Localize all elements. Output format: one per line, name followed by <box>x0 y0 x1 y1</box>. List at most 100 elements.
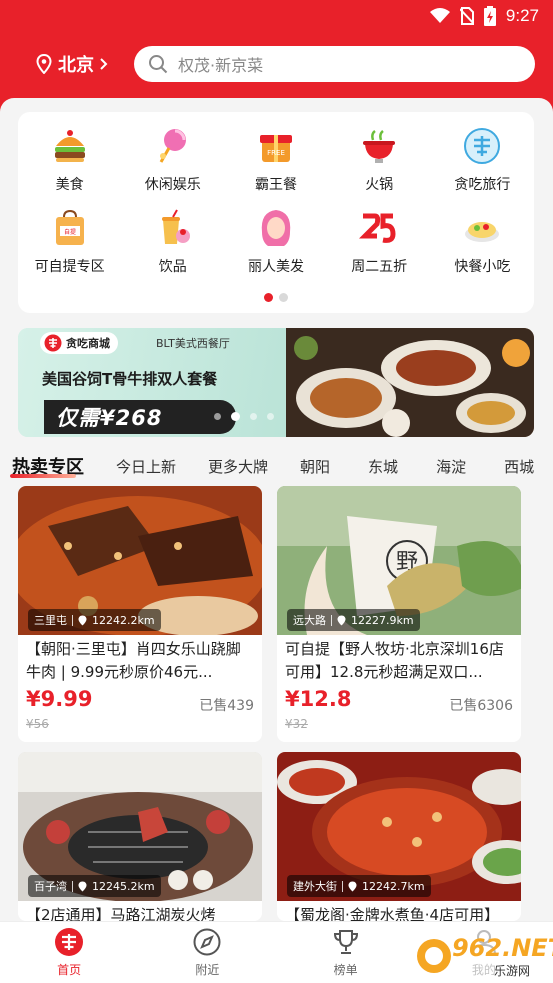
product-distance: 12242.7km <box>362 879 425 893</box>
nav-label: 首页 <box>57 963 82 977</box>
category-fast-food[interactable]: 快餐小吃 <box>431 208 534 276</box>
city-selector[interactable]: 北京 <box>36 51 108 77</box>
category-tabs: 热卖专区 今日上新 更多大牌 朝阳 东城 海淀 西城 <box>0 448 553 484</box>
top-header: 北京 权茂·新京菜 <box>0 40 553 88</box>
product-title: 可自提【野人牧坊·北京深圳16店可用】12.8元秒超满足双口... <box>285 640 504 681</box>
banner-dot-active <box>231 412 240 421</box>
tab-haidian[interactable]: 海淀 <box>436 456 466 477</box>
wifi-icon <box>429 8 450 23</box>
product-distance: 12242.2km <box>92 613 155 627</box>
category-travel[interactable]: 贪吃旅行 <box>431 126 534 194</box>
no-sim-icon <box>459 7 474 25</box>
hotpot-icon <box>363 130 396 163</box>
search-placeholder: 权茂·新京菜 <box>178 56 264 75</box>
product-image: 百子湾 12245.2km <box>18 752 262 902</box>
product-card[interactable]: 百子湾 12245.2km 【2店通用】马路江湖炭火烤 <box>18 752 262 921</box>
product-price-row: ¥12.8 已售6306 <box>277 687 521 715</box>
location-pin-icon <box>78 615 87 625</box>
category-food[interactable]: 美食 <box>18 126 121 194</box>
category-tuesday-discount[interactable]: 周二五折 <box>328 208 431 276</box>
category-label: 周二五折 <box>351 259 408 275</box>
lollipop-icon <box>159 129 186 163</box>
status-bar: 9:27 <box>0 0 553 32</box>
watermark-subtext: 乐游网 <box>494 964 531 978</box>
banner-dot <box>267 413 274 420</box>
product-area: 远大路 <box>293 614 326 627</box>
product-price: ¥12.8 <box>285 687 352 711</box>
category-free-meal[interactable]: FREE 霸王餐 <box>224 126 327 194</box>
divider <box>342 880 343 892</box>
product-card[interactable]: 建外大街 12242.7km 【蜀龙阁·金牌水煮鱼·4店可用】 <box>277 752 521 921</box>
nav-ranking[interactable]: 榜单 <box>277 922 415 983</box>
category-hotpot[interactable]: 火锅 <box>328 126 431 194</box>
product-location-badge: 远大路 12227.9km <box>287 609 420 631</box>
product-distance: 12245.2km <box>92 879 155 893</box>
location-pin-icon <box>36 54 52 74</box>
compass-icon <box>193 928 221 956</box>
tab-xicheng[interactable]: 西城 <box>504 456 534 477</box>
category-pickup[interactable]: 自提 可自提专区 <box>18 208 121 276</box>
tab-chaoyang[interactable]: 朝阳 <box>300 456 330 477</box>
product-card[interactable]: 三里屯 12242.2km 【朝阳·三里屯】肖四女乐山跷脚牛肉 | 9.99元秒… <box>18 486 262 742</box>
product-title: 【2店通用】马路江湖炭火烤 <box>26 906 216 921</box>
svg-text:自提: 自提 <box>64 228 76 236</box>
product-title: 【朝阳·三里屯】肖四女乐山跷脚牛肉 | 9.99元秒原价46元... <box>26 640 241 681</box>
search-input[interactable]: 权茂·新京菜 <box>134 46 535 82</box>
watermark-text: 962.NET <box>452 934 553 962</box>
category-label: 霸王餐 <box>254 177 297 193</box>
category-label: 可自提专区 <box>34 259 105 275</box>
product-area: 建外大街 <box>293 880 337 893</box>
banner-price: 仅需¥268 <box>44 400 236 434</box>
category-label: 休闲娱乐 <box>144 177 201 193</box>
location-pin-icon <box>337 615 346 625</box>
product-image: 三里屯 12242.2km <box>18 486 262 636</box>
tab-dongcheng[interactable]: 东城 <box>368 456 398 477</box>
beauty-icon <box>261 210 291 246</box>
category-label: 火锅 <box>365 177 394 193</box>
divider <box>72 614 73 626</box>
divider <box>72 880 73 892</box>
category-beauty[interactable]: 丽人美发 <box>224 208 327 276</box>
category-label: 贪吃旅行 <box>454 177 511 193</box>
brand-logo-icon <box>44 334 62 352</box>
category-drinks[interactable]: 饮品 <box>121 208 224 276</box>
banner-brand-logo: 贪吃商城 <box>40 332 118 354</box>
product-location-badge: 百子湾 12245.2km <box>28 875 161 897</box>
nav-label: 榜单 <box>333 963 358 977</box>
page-dot <box>279 293 288 302</box>
divider <box>331 614 332 626</box>
tab-more-brands[interactable]: 更多大牌 <box>208 456 268 477</box>
takeaway-bag-icon: 自提 <box>55 209 84 245</box>
product-location-badge: 建外大街 12242.7km <box>287 875 431 897</box>
product-area: 百子湾 <box>34 880 67 893</box>
product-area: 三里屯 <box>34 614 67 627</box>
nav-nearby[interactable]: 附近 <box>138 922 276 983</box>
brand-name: 贪吃商城 <box>66 337 110 350</box>
gift-box-icon: FREE <box>259 135 292 162</box>
battery-icon <box>483 6 496 26</box>
category-label: 丽人美发 <box>247 259 304 275</box>
nav-home[interactable]: 首页 <box>0 922 138 983</box>
burger-icon <box>54 130 85 162</box>
nav-label: 附近 <box>195 963 220 977</box>
promo-banner[interactable]: 贪吃商城 BLT美式西餐厅 美国谷饲T骨牛排双人套餐 仅需¥268 <box>18 328 534 437</box>
category-label: 饮品 <box>158 259 187 275</box>
search-icon <box>149 55 168 74</box>
category-leisure[interactable]: 休闲娱乐 <box>121 126 224 194</box>
banner-title: 美国谷饲T骨牛排双人套餐 <box>42 370 218 388</box>
product-sold-count: 已售6306 <box>449 698 513 714</box>
banner-page-indicator <box>214 412 274 421</box>
food-photo-image <box>286 328 534 437</box>
category-grid: 美食 休闲娱乐 FREE 霸王餐 火锅 贪吃旅行 自提 可自提专区 饮品 丽人美… <box>18 126 534 276</box>
product-card[interactable]: 野 远大路 12227.9km 可自提【野人牧坊·北京深圳16店可用】12.8元… <box>277 486 521 742</box>
location-pin-icon <box>78 881 87 891</box>
svg-text:FREE: FREE <box>267 149 285 157</box>
travel-logo-icon <box>464 128 501 164</box>
banner-dot <box>214 413 221 420</box>
page-dot-active <box>264 293 273 302</box>
tab-new-today[interactable]: 今日上新 <box>116 456 176 477</box>
product-price: ¥9.99 <box>26 687 93 711</box>
product-sold-count: 已售439 <box>199 698 254 714</box>
product-image: 建外大街 12242.7km <box>277 752 521 901</box>
status-time: 9:27 <box>505 6 539 25</box>
